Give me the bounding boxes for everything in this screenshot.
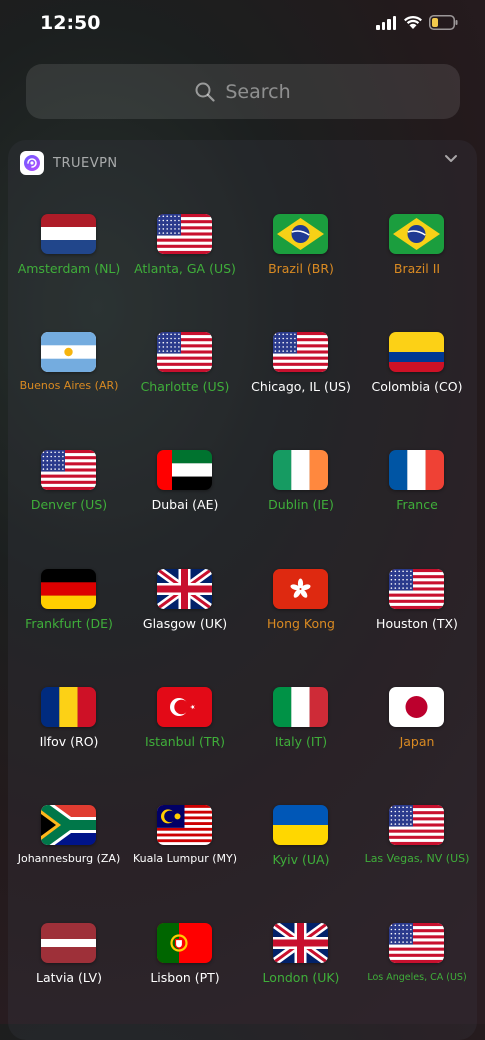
server-label: Houston (TX) (376, 615, 458, 631)
ar-flag-icon (41, 332, 96, 373)
ie-flag-icon (273, 450, 328, 491)
us-flag-icon (273, 332, 328, 373)
server-item[interactable]: Latvia (LV) (11, 921, 127, 1021)
server-item[interactable]: France (359, 448, 475, 548)
server-item[interactable]: Los Angeles, CA (US) (359, 921, 475, 1021)
server-label: Denver (US) (30, 497, 108, 513)
status-bar: 12:50 (0, 0, 485, 48)
cellular-signal-icon (376, 16, 396, 30)
server-label: Italy (IT) (274, 733, 328, 749)
server-label: France (396, 497, 438, 513)
it-flag-icon (273, 686, 328, 727)
us-flag-icon (389, 805, 444, 845)
server-item[interactable]: Istanbul (TR) (127, 685, 243, 785)
my-flag-icon (157, 805, 212, 845)
uk-flag-icon (273, 923, 328, 964)
server-item[interactable]: Dublin (IE) (243, 448, 359, 548)
app-name: TRUEVPN (53, 155, 118, 171)
server-item[interactable]: Johannesburg (ZA) (11, 803, 127, 903)
server-label: Los Angeles, CA (US) (367, 972, 467, 984)
server-item[interactable]: Frankfurt (DE) (11, 567, 127, 667)
nl-flag-icon (41, 214, 96, 254)
server-label: Ilfov (RO) (39, 733, 99, 749)
server-label: Amsterdam (NL) (17, 261, 121, 276)
search-icon (195, 82, 215, 102)
wifi-icon (404, 15, 422, 29)
server-item[interactable]: Kyiv (UA) (243, 803, 359, 903)
server-label: Istanbul (TR) (144, 733, 226, 749)
server-label: Las Vegas, NV (US) (364, 852, 470, 865)
server-label: London (UK) (262, 970, 340, 986)
ro-flag-icon (41, 686, 96, 727)
battery-icon (429, 15, 458, 30)
us-flag-icon (389, 568, 444, 609)
us-flag-icon (157, 214, 212, 254)
server-item[interactable]: Colombia (CO) (359, 330, 475, 430)
ae-flag-icon (157, 450, 212, 491)
de-flag-icon (41, 568, 96, 609)
server-label: Kuala Lumpur (MY) (132, 852, 238, 865)
fr-flag-icon (389, 450, 444, 491)
status-time: 12:50 (40, 12, 101, 34)
hk-flag-icon (273, 568, 328, 609)
server-item[interactable]: Glasgow (UK) (127, 567, 243, 667)
server-label: Johannesburg (ZA) (17, 852, 121, 865)
za-flag-icon (41, 805, 96, 845)
server-label: Charlotte (US) (140, 379, 230, 395)
server-label: Brazil II (393, 261, 441, 276)
search-bar[interactable]: Search (26, 64, 460, 119)
server-item[interactable]: Ilfov (RO) (11, 685, 127, 785)
lv-flag-icon (41, 923, 96, 964)
us-flag-icon (157, 332, 212, 373)
search-placeholder: Search (225, 80, 291, 103)
server-label: Frankfurt (DE) (25, 615, 113, 631)
server-label: Glasgow (UK) (142, 615, 228, 631)
server-item[interactable]: Houston (TX) (359, 567, 475, 667)
server-label: Brazil (BR) (268, 261, 334, 276)
server-label: Latvia (LV) (36, 970, 102, 986)
server-item[interactable]: Buenos Aires (AR) (11, 330, 127, 430)
br-flag-icon (389, 214, 444, 254)
server-item[interactable]: Dubai (AE) (127, 448, 243, 548)
truevpn-logo-icon (24, 155, 40, 171)
us-flag-icon (389, 923, 444, 964)
uk-flag-icon (157, 568, 212, 609)
server-item[interactable]: Las Vegas, NV (US) (359, 803, 475, 903)
app-icon (20, 151, 44, 175)
pt-flag-icon (157, 923, 212, 964)
us-flag-icon (41, 450, 96, 491)
tr-flag-icon (157, 686, 212, 727)
server-item[interactable]: Lisbon (PT) (127, 921, 243, 1021)
server-item[interactable]: Denver (US) (11, 448, 127, 548)
server-label: Chicago, IL (US) (251, 379, 351, 395)
br-flag-icon (273, 214, 328, 254)
server-item[interactable]: London (UK) (243, 921, 359, 1021)
server-item[interactable]: Charlotte (US) (127, 330, 243, 430)
server-label: Japan (399, 733, 435, 749)
server-item[interactable]: Italy (IT) (243, 685, 359, 785)
server-item[interactable]: Chicago, IL (US) (243, 330, 359, 430)
app-header[interactable]: TRUEVPN (20, 150, 464, 176)
server-label: Dublin (IE) (268, 497, 334, 513)
server-label: Hong Kong (267, 615, 335, 631)
server-item[interactable]: Atlanta, GA (US) (127, 212, 243, 312)
server-item[interactable]: Brazil (BR) (243, 212, 359, 312)
server-item[interactable]: Kuala Lumpur (MY) (127, 803, 243, 903)
server-label: Colombia (CO) (371, 379, 463, 395)
ua-flag-icon (273, 805, 328, 845)
server-label: Buenos Aires (AR) (19, 379, 119, 393)
server-item[interactable]: Brazil II (359, 212, 475, 312)
server-label: Lisbon (PT) (150, 970, 220, 986)
server-item[interactable]: Amsterdam (NL) (11, 212, 127, 312)
co-flag-icon (389, 332, 444, 373)
server-label: Kyiv (UA) (272, 852, 330, 867)
server-item[interactable]: Japan (359, 685, 475, 785)
chevron-down-icon[interactable] (444, 154, 458, 164)
server-label: Atlanta, GA (US) (134, 261, 236, 276)
server-item[interactable]: Hong Kong (243, 567, 359, 667)
server-label: Dubai (AE) (151, 497, 219, 513)
jp-flag-icon (389, 686, 444, 727)
